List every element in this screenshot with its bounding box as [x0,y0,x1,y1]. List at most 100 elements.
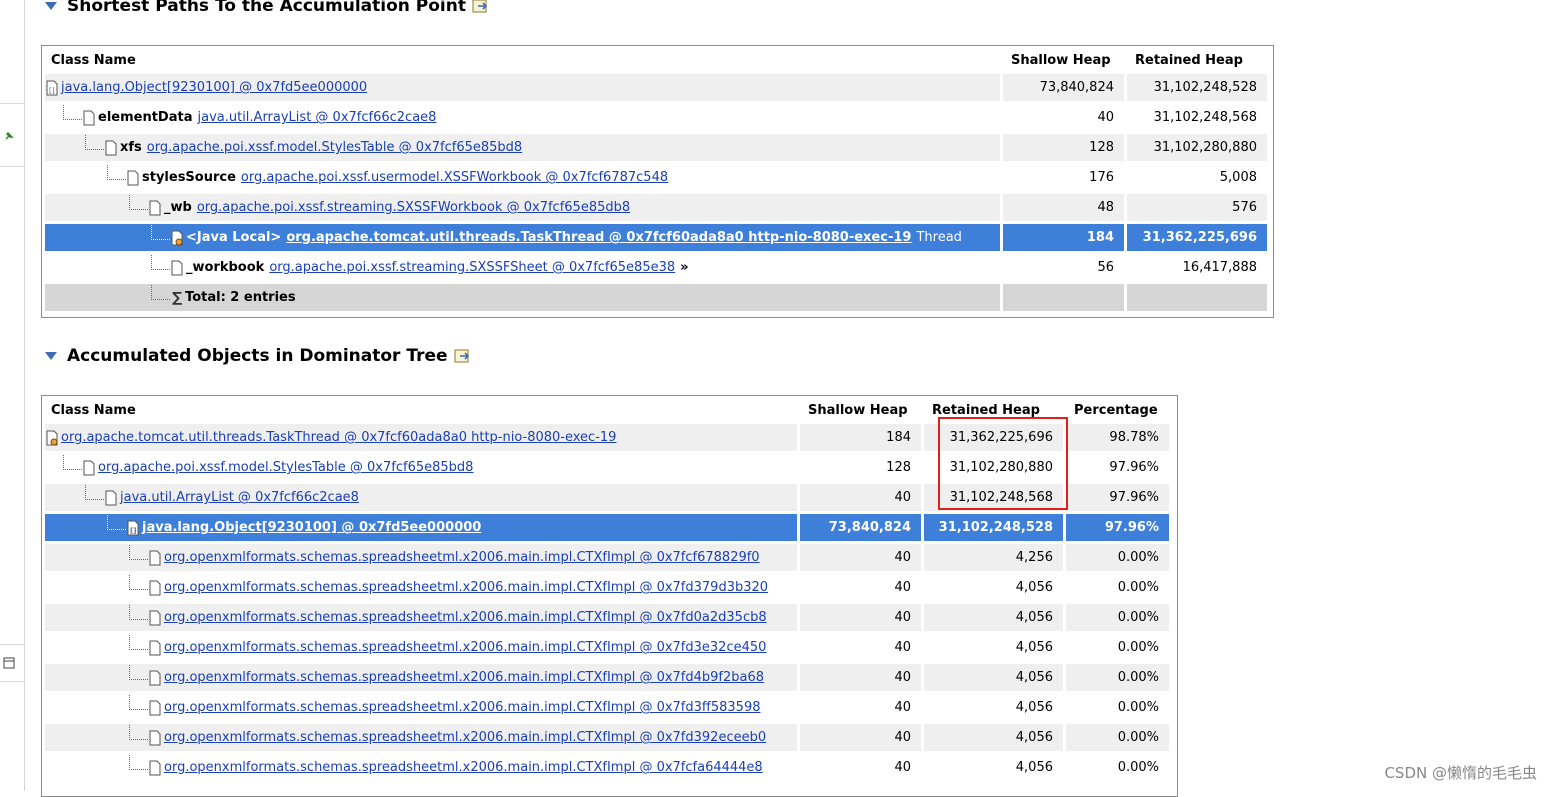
retained-heap-value: 576 [1127,194,1267,221]
percentage-value: 0.00% [1066,544,1169,571]
table-row[interactable]: xfs org.apache.poi.xssf.model.StylesTabl… [45,134,1267,161]
object-icon [149,760,161,775]
column-header-class-name[interactable]: Class Name [45,399,797,421]
object-link[interactable]: org.openxmlformats.schemas.spreadsheetml… [164,700,761,715]
column-header-retained-heap[interactable]: Retained Heap [1127,49,1267,71]
export-icon[interactable] [472,0,490,14]
shallow-heap-value: 176 [1089,170,1114,185]
shallow-heap-value: 40 [894,580,911,595]
tree-connector [85,485,104,500]
retained-heap-value: 4,056 [1015,760,1053,775]
retained-heap-value: 4,056 [924,724,1063,751]
shallow-heap-value: 40 [894,700,911,715]
section-shortest-paths[interactable]: Shortest Paths To the Accumulation Point [45,0,490,17]
tree-connector [129,195,148,210]
retained-heap-value: 31,102,280,880 [949,460,1053,475]
object-icon [149,200,161,215]
dominator-tree-table: Class Name Shallow Heap Retained Heap Pe… [42,396,1172,784]
table-row[interactable]: org.openxmlformats.schemas.spreadsheetml… [45,754,1169,781]
object-link[interactable]: org.apache.tomcat.util.threads.TaskThrea… [286,230,911,245]
object-icon [149,640,161,655]
tree-connector [151,225,170,240]
retained-heap-value: 31,102,280,880 [1127,134,1267,161]
shallow-heap-value: 40 [800,484,921,511]
object-link[interactable]: org.apache.poi.xssf.streaming.SXSSFWorkb… [197,200,630,215]
expand-triangle-icon[interactable] [45,352,57,360]
object-link[interactable]: org.openxmlformats.schemas.spreadsheetml… [164,730,766,745]
table-row[interactable]: _workbook org.apache.poi.xssf.streaming.… [45,254,1267,281]
object-link[interactable]: org.openxmlformats.schemas.spreadsheetml… [164,550,760,565]
object-link[interactable]: org.openxmlformats.schemas.spreadsheetml… [164,580,768,595]
table-row[interactable]: org.openxmlformats.schemas.spreadsheetml… [45,574,1169,601]
column-header-shallow-heap[interactable]: Shallow Heap [800,399,921,421]
column-header-retained-heap[interactable]: Retained Heap [924,399,1063,421]
object-link[interactable]: org.apache.poi.xssf.streaming.SXSSFSheet… [269,260,675,275]
object-icon [83,110,95,125]
table-row[interactable]: org.apache.tomcat.util.threads.TaskThrea… [45,424,1169,451]
table-row[interactable]: _wb org.apache.poi.xssf.streaming.SXSSFW… [45,194,1267,221]
object-icon [171,260,183,275]
shallow-heap-value: 128 [886,460,911,475]
object-icon [149,550,161,565]
shallow-heap-value: 40 [800,544,921,571]
percentage-value: 98.78% [1066,424,1169,451]
object-link[interactable]: java.lang.Object[9230100] @ 0x7fd5ee0000… [61,80,367,95]
object-link[interactable]: org.apache.poi.xssf.model.StylesTable @ … [147,140,522,155]
table-row[interactable]: [] java.lang.Object[9230100] @ 0x7fd5ee0… [45,74,1267,101]
table-row-selected[interactable]: <Java Local> org.apache.tomcat.util.thre… [45,224,1267,251]
left-panel-separator [0,103,24,104]
table-row[interactable]: org.apache.poi.xssf.model.StylesTable @ … [45,454,1169,481]
table-row[interactable]: org.openxmlformats.schemas.spreadsheetml… [45,634,1169,661]
object-link[interactable]: org.apache.poi.xssf.usermodel.XSSFWorkbo… [241,170,668,185]
table-row-selected[interactable]: [] java.lang.Object[9230100] @ 0x7fd5ee0… [45,514,1169,541]
row-suffix[interactable]: » [680,260,688,275]
table-row[interactable]: org.openxmlformats.schemas.spreadsheetml… [45,724,1169,751]
object-link[interactable]: org.openxmlformats.schemas.spreadsheetml… [164,760,763,775]
retained-heap-value: 31,102,248,568 [924,484,1063,511]
retained-heap-value: 4,056 [1015,580,1053,595]
object-link[interactable]: org.openxmlformats.schemas.spreadsheetml… [164,670,764,685]
object-icon [105,490,117,505]
export-icon[interactable] [454,348,472,364]
retained-heap-value: 31,362,225,696 [924,424,1063,451]
object-link[interactable]: org.apache.poi.xssf.model.StylesTable @ … [98,460,473,475]
object-icon [149,670,161,685]
table-header: Class Name Shallow Heap Retained Heap Pe… [45,399,1169,421]
table-row[interactable]: stylesSource org.apache.poi.xssf.usermod… [45,164,1267,191]
percentage-value: 97.96% [1066,514,1169,541]
minimize-icon[interactable] [3,657,15,669]
retained-heap-value: 4,056 [924,664,1063,691]
left-panel-separator [0,681,24,682]
tree-connector [63,455,82,470]
section-dominator-tree[interactable]: Accumulated Objects in Dominator Tree [45,345,472,367]
column-header-class-name[interactable]: Class Name [45,49,1000,71]
dominator-tree-panel: Class Name Shallow Heap Retained Heap Pe… [41,395,1178,797]
object-icon [149,700,161,715]
object-link[interactable]: java.util.ArrayList @ 0x7fcf66c2cae8 [120,490,359,505]
thread-icon [171,230,183,245]
object-icon [149,580,161,595]
expand-triangle-icon[interactable] [45,2,57,10]
column-header-shallow-heap[interactable]: Shallow Heap [1003,49,1124,71]
object-link[interactable]: org.openxmlformats.schemas.spreadsheetml… [164,640,766,655]
field-name: _wb [164,200,192,215]
object-link[interactable]: java.lang.Object[9230100] @ 0x7fd5ee0000… [142,520,481,535]
pin-icon[interactable] [4,131,14,141]
table-row[interactable]: org.openxmlformats.schemas.spreadsheetml… [45,604,1169,631]
object-link[interactable]: org.apache.tomcat.util.threads.TaskThrea… [61,430,616,445]
tree-connector [85,135,104,150]
object-link[interactable]: org.openxmlformats.schemas.spreadsheetml… [164,610,767,625]
object-link[interactable]: java.util.ArrayList @ 0x7fcf66c2cae8 [197,110,436,125]
column-header-percentage[interactable]: Percentage [1066,399,1169,421]
object-icon [127,170,139,185]
tree-connector [107,515,126,530]
table-row[interactable]: elementData java.util.ArrayList @ 0x7fcf… [45,104,1267,131]
table-row[interactable]: org.openxmlformats.schemas.spreadsheetml… [45,694,1169,721]
retained-heap-value: 4,056 [1015,700,1053,715]
table-row[interactable]: org.openxmlformats.schemas.spreadsheetml… [45,664,1169,691]
percentage-value: 0.00% [1066,604,1169,631]
table-row[interactable]: org.openxmlformats.schemas.spreadsheetml… [45,544,1169,571]
section-title-text: Shortest Paths To the Accumulation Point [67,0,466,16]
tree-connector [129,755,148,770]
table-row[interactable]: java.util.ArrayList @ 0x7fcf66c2cae8 40 … [45,484,1169,511]
